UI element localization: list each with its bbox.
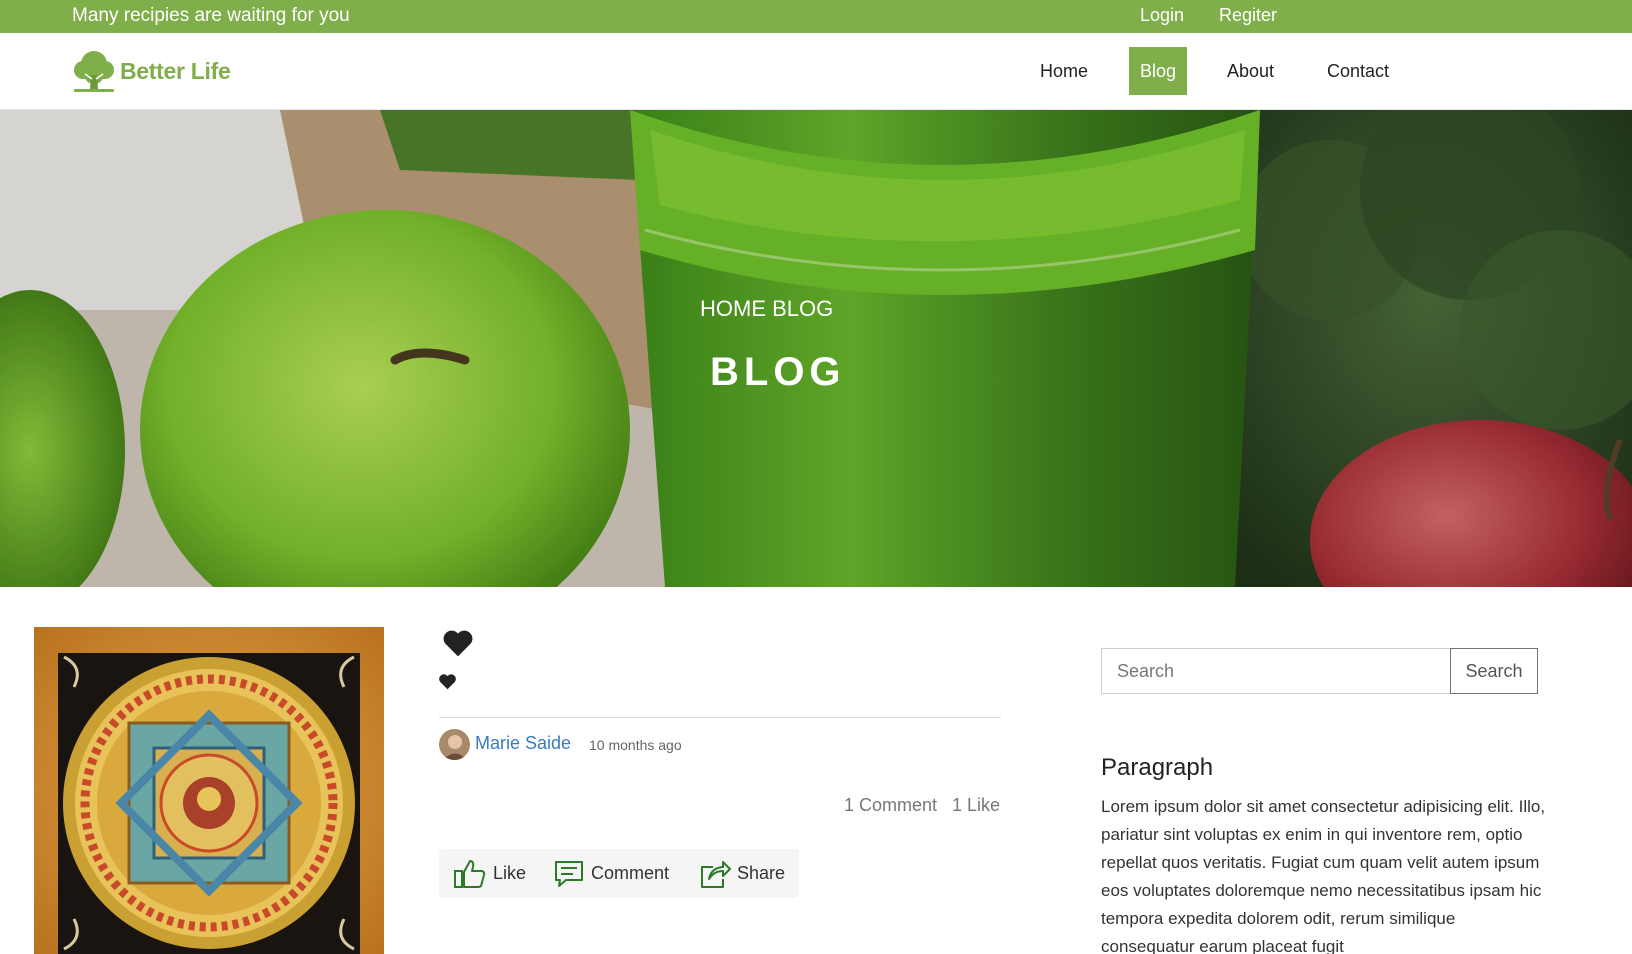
like-label: Like bbox=[493, 863, 527, 883]
like-button[interactable]: Like bbox=[453, 849, 526, 898]
nav-home[interactable]: Home bbox=[1040, 47, 1088, 95]
post-actions-bar: Like Comment Share bbox=[439, 849, 799, 898]
like-count[interactable]: 1 Like bbox=[952, 795, 1000, 816]
heart-icon-small[interactable] bbox=[438, 673, 457, 690]
hero-title: BLOG bbox=[710, 350, 846, 394]
heart-icon[interactable] bbox=[442, 628, 474, 658]
comment-label: Comment bbox=[591, 863, 670, 883]
login-link[interactable]: Login bbox=[1140, 5, 1184, 26]
search-input[interactable] bbox=[1101, 648, 1451, 694]
comment-count[interactable]: 1 Comment bbox=[844, 795, 937, 816]
tagline: Many recipies are waiting for you bbox=[72, 5, 350, 26]
sidebar-paragraph: Lorem ipsum dolor sit amet consectetur a… bbox=[1101, 797, 1546, 954]
share-icon bbox=[701, 860, 731, 888]
main-nav: Home Blog About Contact bbox=[0, 47, 1632, 95]
author-name[interactable]: Marie Saide bbox=[475, 733, 571, 754]
nav-blog[interactable]: Blog bbox=[1129, 47, 1187, 95]
comment-icon bbox=[555, 860, 583, 887]
avatar[interactable] bbox=[439, 729, 470, 760]
hero-background-image bbox=[0, 110, 1632, 587]
hero-banner: HOME BLOG BLOG bbox=[0, 110, 1632, 587]
share-button[interactable]: Share bbox=[699, 849, 785, 898]
nav-about[interactable]: About bbox=[1227, 47, 1274, 95]
comment-button[interactable]: Comment bbox=[553, 849, 669, 898]
header: Better Life Home Blog About Contact bbox=[0, 33, 1632, 110]
post-image[interactable] bbox=[34, 627, 384, 954]
post-timestamp: 10 months ago bbox=[589, 737, 682, 753]
top-bar: Many recipies are waiting for you Login … bbox=[0, 0, 1632, 33]
thumbs-up-icon bbox=[454, 859, 486, 888]
mandala-image bbox=[34, 627, 384, 954]
nav-contact[interactable]: Contact bbox=[1327, 47, 1389, 95]
divider bbox=[439, 717, 1001, 718]
hero-breadcrumb: HOME BLOG bbox=[700, 296, 834, 321]
sidebar-heading: Paragraph bbox=[1101, 754, 1214, 781]
share-label: Share bbox=[737, 863, 786, 883]
search-button[interactable]: Search bbox=[1450, 648, 1538, 694]
register-link[interactable]: Regiter bbox=[1219, 5, 1277, 26]
